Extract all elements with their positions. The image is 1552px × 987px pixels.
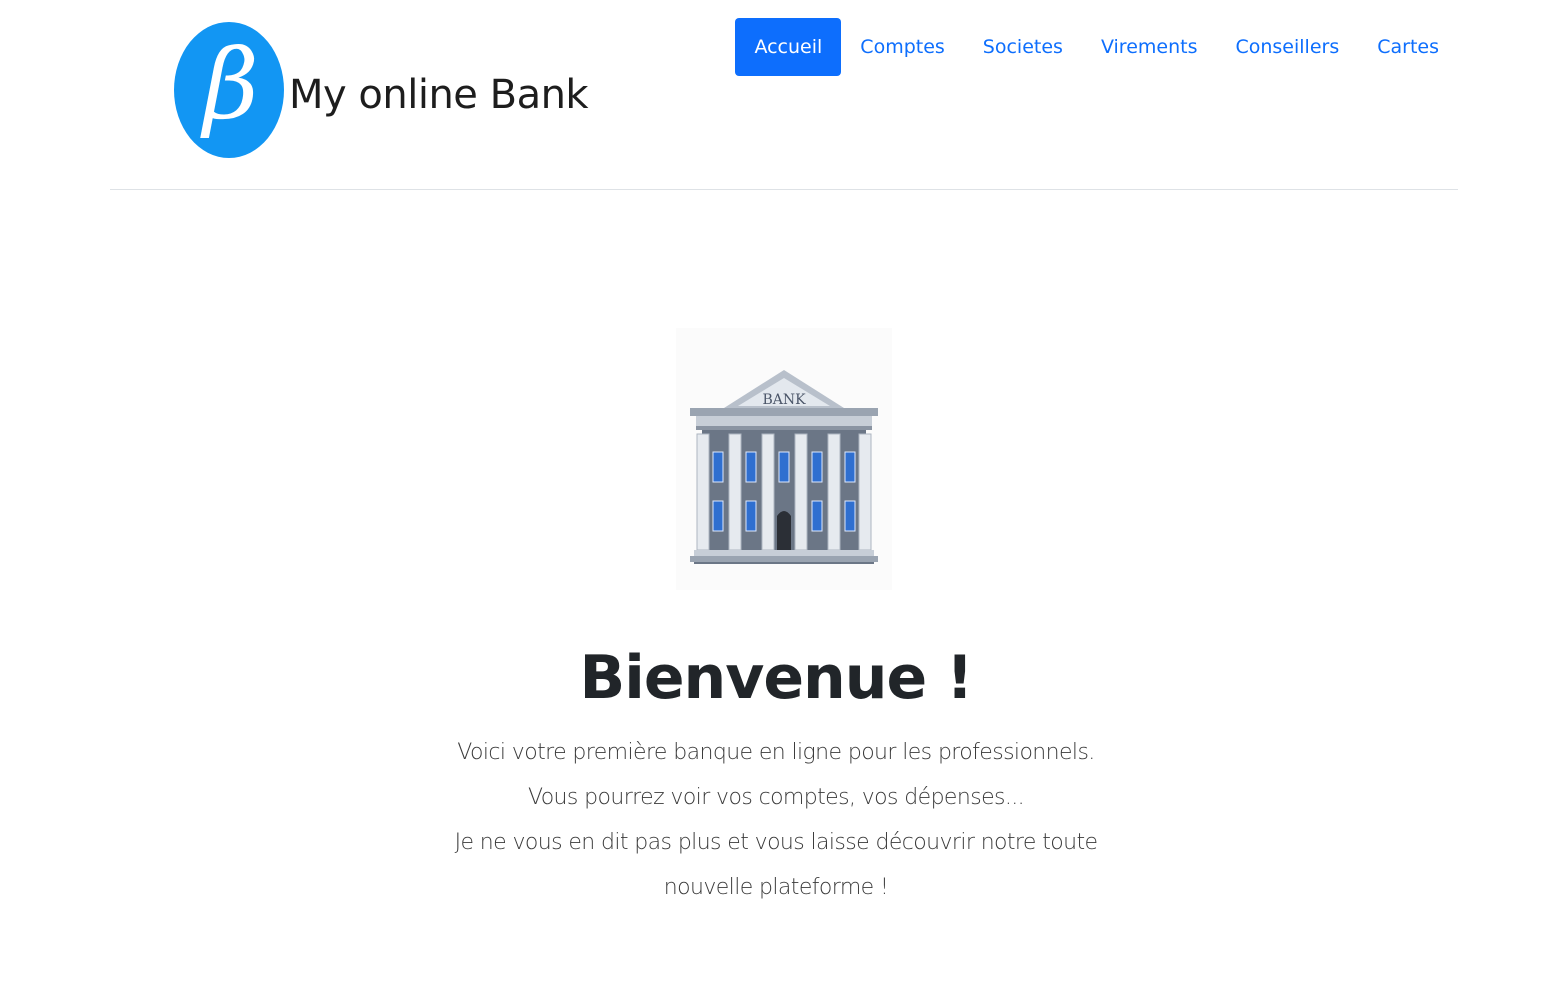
lead-line: Je ne vous en dit pas plus et vous laiss…: [454, 830, 1098, 900]
svg-text:β: β: [200, 29, 259, 141]
site-header: β My online Bank Accueil Comptes Societe…: [110, 0, 1458, 190]
svg-text:BANK: BANK: [762, 392, 806, 408]
beta-logo-icon: β: [174, 22, 284, 158]
nav-item-societes[interactable]: Societes: [964, 18, 1082, 76]
nav-item-virements[interactable]: Virements: [1082, 18, 1217, 76]
bank-building-icon: BANK: [690, 370, 878, 564]
nav-item-conseillers[interactable]: Conseillers: [1216, 18, 1358, 76]
nav-item-accueil[interactable]: Accueil: [735, 18, 842, 76]
lead-line: Vous pourrez voir vos comptes, vos dépen…: [527, 785, 1025, 810]
nav-item-comptes[interactable]: Comptes: [841, 18, 964, 76]
bank-building-image: BANK: [676, 328, 892, 590]
nav-item-cartes[interactable]: Cartes: [1358, 18, 1458, 76]
main-nav: Accueil Comptes Societes Virements Conse…: [735, 18, 1458, 76]
brand-name: My online Bank: [289, 72, 589, 118]
lead-line: Voici votre première banque en ligne pou…: [457, 740, 1095, 765]
welcome-lead: Voici votre première banque en ligne pou…: [420, 730, 1132, 910]
brand-link[interactable]: β My online Bank: [173, 20, 589, 160]
welcome-title: Bienvenue !: [579, 643, 974, 713]
